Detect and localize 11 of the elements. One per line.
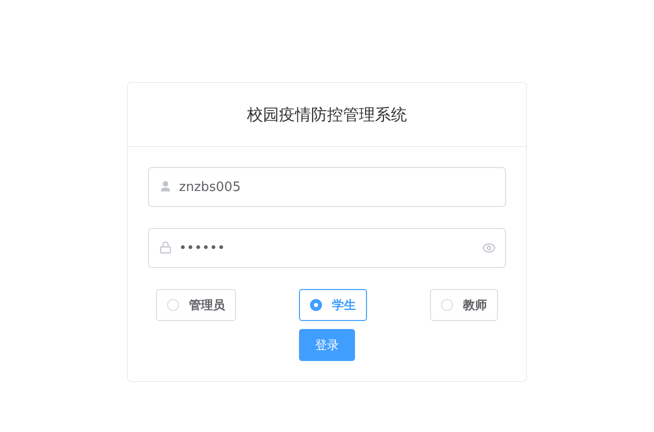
radio-icon	[441, 299, 453, 311]
username-field[interactable]: znzbs005	[148, 167, 506, 207]
card-title: 校园疫情防控管理系统	[247, 104, 407, 126]
role-radio[interactable]: 管理员	[156, 289, 236, 321]
user-icon	[159, 180, 172, 193]
role-radio[interactable]: 教师	[430, 289, 498, 321]
radio-icon	[167, 299, 179, 311]
eye-icon[interactable]	[482, 241, 496, 255]
radio-icon	[310, 299, 322, 311]
lock-icon	[159, 241, 172, 254]
password-field[interactable]: ••••••	[148, 228, 506, 268]
